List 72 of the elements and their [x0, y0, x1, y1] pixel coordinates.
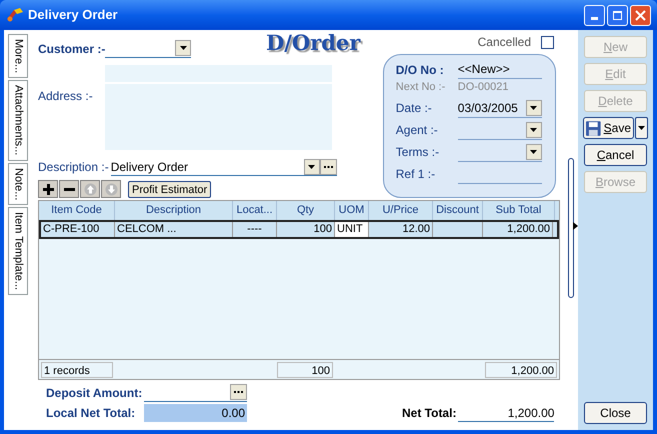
ellipsis-button[interactable]	[320, 159, 337, 175]
caret-icon	[530, 150, 538, 154]
minimize-icon	[591, 16, 598, 20]
customer-field[interactable]	[105, 40, 191, 58]
field-label: Ref 1 :-	[396, 166, 436, 183]
caret-icon	[638, 126, 645, 130]
maximize-button[interactable]	[607, 4, 628, 26]
table-cell: C-PRE-100	[41, 222, 115, 237]
close-icon	[635, 10, 646, 20]
table-cell: CELCOM ...	[115, 222, 233, 237]
deposit-field[interactable]	[144, 384, 247, 402]
minimize-button[interactable]	[584, 4, 605, 26]
address-label: Address :-	[38, 88, 94, 105]
dropdown-field[interactable]	[458, 142, 542, 162]
up-arrow-icon	[84, 182, 96, 196]
ellipsis-button[interactable]	[230, 384, 247, 400]
table-row[interactable]: C-PRE-100 CELCOM ... ---- 100 UNIT 12.00 1,200.00	[39, 220, 559, 239]
add-button[interactable]	[38, 180, 58, 198]
sub-total-sum: 1,200.00	[485, 362, 557, 378]
profit-estimator-button[interactable]: Profit Estimator	[128, 180, 212, 198]
local-net-total-field: 0.00	[144, 404, 247, 422]
remove-button[interactable]	[59, 180, 79, 198]
dropdown-field[interactable]: 03/03/2005	[458, 98, 542, 118]
description-label: Description :-	[38, 159, 109, 176]
side-tab[interactable]: Item Template...	[8, 206, 28, 296]
net-total-label: Net Total:	[402, 405, 456, 422]
field-label: Terms :-	[396, 144, 440, 161]
dropdown-button[interactable]	[526, 122, 542, 138]
dropdown-button[interactable]	[304, 159, 320, 175]
number-field: <<New>>	[458, 60, 542, 79]
plus-icon	[42, 182, 54, 196]
side-tab[interactable]: Note...	[8, 162, 28, 205]
window-title: Delivery Order	[28, 6, 119, 24]
side-tab[interactable]: Attachments...	[8, 80, 28, 161]
cancelled-checkbox[interactable]	[541, 36, 554, 48]
caret-icon	[308, 165, 316, 169]
table-cell: 12.00	[369, 222, 433, 237]
caret-icon	[530, 106, 538, 110]
save-button[interactable]: Save	[583, 117, 634, 139]
cancelled-label: Cancelled	[478, 34, 531, 51]
splitter-handle[interactable]	[568, 158, 574, 298]
save-options-button[interactable]	[635, 117, 648, 139]
app-icon	[6, 7, 24, 23]
close-button[interactable]	[630, 4, 651, 26]
next-number: DO-00021	[458, 80, 509, 95]
local-net-total-label: Local Net Total:	[46, 405, 136, 422]
table-cell: UNIT	[335, 222, 369, 237]
close-button[interactable]: Close	[584, 402, 647, 424]
form-heading: D/Order	[266, 28, 360, 56]
dropdown-button[interactable]	[526, 100, 542, 116]
side-tab[interactable]: More...	[8, 34, 28, 78]
caret-icon	[180, 46, 186, 50]
down-arrow-icon	[104, 182, 118, 196]
caret-icon	[530, 128, 538, 132]
table-cell: 1,200.00	[483, 222, 553, 237]
expand-arrow-icon	[572, 222, 578, 230]
number-label: D/O No :	[396, 62, 445, 78]
field-label: Date :-	[396, 100, 433, 117]
dropdown-button[interactable]	[526, 144, 542, 160]
net-total-field: 1,200.00	[458, 404, 554, 422]
next-number-label: Next No :-	[396, 80, 446, 95]
description-field[interactable]: Delivery Order	[110, 159, 337, 176]
records-count: 1 records	[41, 362, 113, 378]
qty-total: 100	[277, 362, 333, 378]
table-cell: ----	[233, 222, 277, 237]
dropdown-button[interactable]	[175, 40, 191, 56]
dropdown-field[interactable]	[458, 120, 542, 140]
deposit-label: Deposit Amount:	[46, 385, 144, 402]
maximize-icon	[612, 10, 623, 20]
action-button[interactable]: Cancel	[584, 144, 647, 166]
field-label: Agent :-	[396, 122, 439, 139]
customer-label: Customer :-	[38, 41, 105, 58]
